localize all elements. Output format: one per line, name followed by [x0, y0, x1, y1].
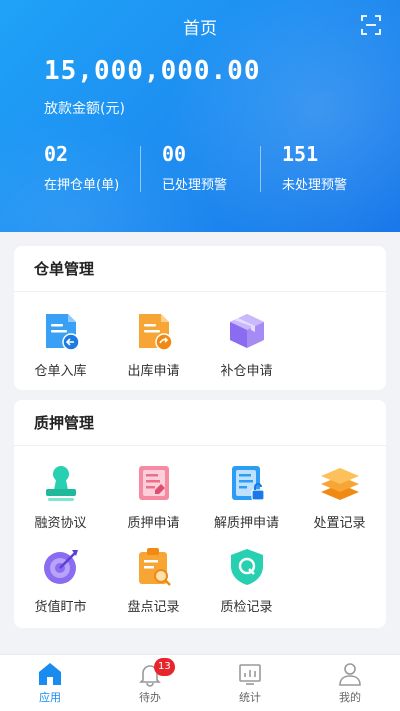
- stat-label: 在押仓单(单): [44, 178, 120, 193]
- user-icon: [339, 663, 361, 686]
- tab-apps[interactable]: 应用: [0, 655, 100, 711]
- stat-label: 未处理预警: [282, 178, 348, 193]
- stat-handled-warnings[interactable]: 00 已处理预警: [162, 142, 227, 193]
- tab-label: 我的: [339, 691, 361, 704]
- value-monitoring-button[interactable]: 货值盯市: [14, 546, 107, 615]
- todo-count-badge: 13: [154, 658, 175, 676]
- document-out-icon: [138, 314, 173, 351]
- loan-amount-label: 放款金额(元): [44, 101, 125, 117]
- grid-label: 处置记录: [313, 516, 366, 531]
- tab-mine[interactable]: 我的: [300, 655, 400, 711]
- grid-label: 仓单入库: [34, 364, 87, 379]
- card-title: 仓单管理: [14, 246, 386, 292]
- replenish-request-button[interactable]: 补仓申请: [200, 310, 293, 379]
- clipboard-search-icon: [138, 548, 171, 586]
- release-pledge-request-button[interactable]: 解质押申请: [200, 462, 293, 531]
- scan-icon[interactable]: [360, 14, 382, 36]
- form-icon: [138, 466, 169, 500]
- page-title: 首页: [183, 19, 217, 39]
- header-banner: 首页 15,000,000.00 放款金额(元) 02 在押仓单(单) 00 已…: [0, 0, 400, 232]
- pledge-request-button[interactable]: 质押申请: [107, 462, 200, 531]
- pledge-card: 质押管理 融资协议 质押申请 解质押申请 处置记录 货值盯市 盘点记录 质检记录: [14, 400, 386, 628]
- stat-label: 已处理预警: [162, 178, 228, 193]
- tab-label: 待办: [139, 691, 161, 704]
- disposal-records-button[interactable]: 处置记录: [293, 462, 386, 531]
- tab-todo[interactable]: 13 待办: [100, 655, 200, 711]
- financing-agreement-button[interactable]: 融资协议: [14, 462, 107, 531]
- stat-value: 00: [162, 142, 187, 166]
- grid-label: 质检记录: [220, 600, 273, 615]
- stat-pledged-receipts[interactable]: 02 在押仓单(单): [44, 142, 119, 193]
- chart-icon: [239, 664, 261, 685]
- outbound-request-button[interactable]: 出库申请: [107, 310, 200, 379]
- stat-value: 151: [282, 142, 319, 166]
- tab-statistics[interactable]: 统计: [200, 655, 300, 711]
- loan-amount: 15,000,000.00: [44, 56, 261, 86]
- tab-label: 应用: [39, 691, 61, 704]
- grid-label: 货值盯市: [34, 600, 87, 615]
- grid-label: 解质押申请: [213, 516, 279, 531]
- stat-unhandled-warnings[interactable]: 151 未处理预警: [282, 142, 347, 193]
- stat-value: 02: [44, 142, 69, 166]
- card-title: 质押管理: [14, 400, 386, 446]
- warehouse-in-button[interactable]: 仓单入库: [14, 310, 107, 379]
- layers-icon: [320, 468, 359, 500]
- grid-label: 融资协议: [34, 516, 87, 531]
- stats-row: 02 在押仓单(单) 00 已处理预警 151 未处理预警: [0, 142, 400, 198]
- divider: [260, 146, 261, 192]
- divider: [140, 146, 141, 192]
- tab-label: 统计: [239, 691, 261, 704]
- grid-label: 出库申请: [127, 364, 180, 379]
- grid-label: 补仓申请: [220, 364, 273, 379]
- grid-label: 盘点记录: [127, 600, 180, 615]
- tab-bar: 应用 13 待办 统计 我的: [0, 654, 400, 711]
- stamp-icon: [45, 466, 76, 501]
- target-icon: [43, 550, 78, 584]
- shield-q-icon: [230, 549, 263, 585]
- warehouse-card: 仓单管理 仓单入库 出库申请 补仓申请: [14, 246, 386, 390]
- box-icon: [229, 314, 264, 348]
- unlock-document-icon: [231, 466, 265, 501]
- home-icon: [39, 663, 61, 685]
- quality-records-button[interactable]: 质检记录: [200, 546, 293, 615]
- grid-label: 质押申请: [127, 516, 180, 531]
- inventory-records-button[interactable]: 盘点记录: [107, 546, 200, 615]
- document-in-icon: [45, 314, 80, 351]
